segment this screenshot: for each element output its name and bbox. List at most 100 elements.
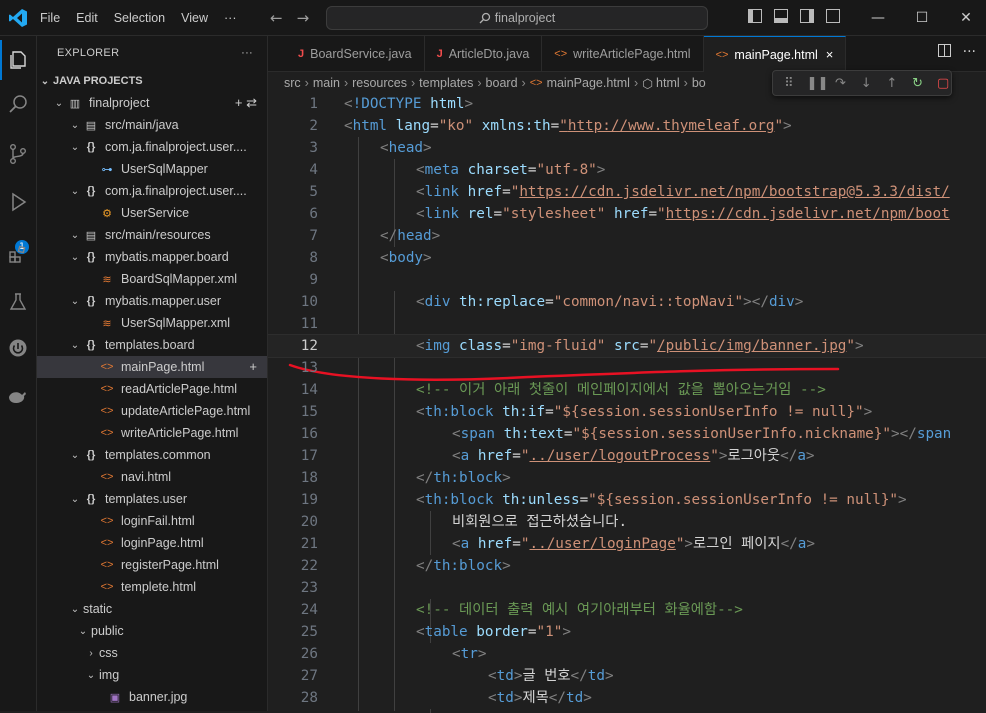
chevron-down-icon[interactable]: ⌄: [67, 120, 83, 131]
testing-flask-icon[interactable]: [0, 282, 36, 322]
code-line[interactable]: 4 <meta charset="utf-8">: [268, 159, 986, 181]
breadcrumb-item[interactable]: bo: [692, 76, 706, 90]
code-editor[interactable]: 1 <!DOCTYPE html> 2 <html lang="ko" xmlns:t…: [268, 93, 986, 713]
split-editor-icon[interactable]: [937, 44, 951, 57]
pause-icon[interactable]: ❚❚: [807, 76, 829, 91]
stop-icon[interactable]: ▢: [935, 76, 951, 91]
breadcrumb-item[interactable]: resources: [352, 76, 407, 90]
toggle-primary-sidebar-icon[interactable]: [748, 9, 762, 23]
code-line[interactable]: 1 <!DOCTYPE html>: [268, 93, 986, 115]
run-debug-icon[interactable]: [0, 182, 36, 222]
tree-item[interactable]: <> writeArticlePage.html: [37, 422, 267, 444]
drag-handle-icon[interactable]: ⠿: [781, 76, 797, 91]
forward-arrow-icon[interactable]: →: [297, 9, 310, 27]
command-center-search[interactable]: finalproject: [326, 6, 708, 30]
code-line[interactable]: 21 <a href="../user/loginPage">로그인 페이지</a…: [268, 533, 986, 555]
menu-edit[interactable]: Edit: [68, 11, 106, 25]
tree-item[interactable]: ⌄{} mybatis.mapper.user: [37, 290, 267, 312]
java-projects-section[interactable]: ⌄ JAVA PROJECTS: [37, 70, 267, 92]
more-actions-icon[interactable]: ···: [963, 44, 976, 60]
breadcrumb-item[interactable]: board: [486, 76, 518, 90]
code-line[interactable]: 5 <link href="https://cdn.jsdelivr.net/np…: [268, 181, 986, 203]
tree-item[interactable]: <> mainPage.html +: [37, 356, 267, 378]
source-control-icon[interactable]: [0, 134, 36, 174]
tree-item[interactable]: ⌄ ▤ src/main/java: [37, 114, 267, 136]
code-line[interactable]: 28 <td>제목</td>: [268, 687, 986, 709]
tree-item[interactable]: ⌄ static: [37, 598, 267, 620]
add-icon[interactable]: +: [249, 359, 257, 374]
explorer-icon[interactable]: [0, 40, 36, 80]
close-window-icon[interactable]: ✕: [944, 10, 986, 26]
menu-view[interactable]: View: [173, 11, 216, 25]
chevron-down-icon[interactable]: ⌄: [67, 296, 83, 307]
extensions-icon[interactable]: [0, 234, 36, 274]
tree-item[interactable]: ⌄ ▤ src/main/resources: [37, 224, 267, 246]
code-line[interactable]: 23: [268, 577, 986, 599]
vscode-logo-icon[interactable]: [8, 8, 28, 28]
breadcrumb-item[interactable]: mainPage.html: [547, 76, 630, 90]
tree-item[interactable]: <> loginPage.html: [37, 532, 267, 554]
code-line[interactable]: 19 <th:block th:unless="${session.session…: [268, 489, 986, 511]
back-arrow-icon[interactable]: ←: [270, 9, 283, 27]
chevron-down-icon[interactable]: ⌄: [67, 230, 83, 241]
chevron-down-icon[interactable]: ⌄: [67, 604, 83, 615]
code-line[interactable]: 27 <td>글 번호</td>: [268, 665, 986, 687]
code-line[interactable]: 16 <span th:text="${session.sessionUserIn…: [268, 423, 986, 445]
tree-item[interactable]: ⌄{} templates.user: [37, 488, 267, 510]
close-tab-icon[interactable]: ×: [826, 47, 834, 62]
code-line[interactable]: 2 <html lang="ko" xmlns:th="http://www.th…: [268, 115, 986, 137]
code-line[interactable]: 3 <head>: [268, 137, 986, 159]
chevron-down-icon[interactable]: ⌄: [67, 450, 83, 461]
search-view-icon[interactable]: [0, 84, 36, 124]
chevron-down-icon[interactable]: ⌄: [67, 186, 83, 197]
code-line[interactable]: 8 <body>: [268, 247, 986, 269]
code-line[interactable]: 15 <th:block th:if="${session.sessionUser…: [268, 401, 986, 423]
maximize-icon[interactable]: ☐: [900, 10, 944, 26]
step-out-icon[interactable]: ↑: [884, 76, 900, 91]
tab-writearticlepage[interactable]: <> writeArticlePage.html: [542, 36, 704, 71]
code-line[interactable]: 10 <div th:replace="common/navi::topNavi"…: [268, 291, 986, 313]
code-line[interactable]: 26 <tr>: [268, 643, 986, 665]
tree-item[interactable]: ⌄{} mybatis.mapper.board: [37, 246, 267, 268]
tree-item[interactable]: ⌄ ▥ finalproject + ⇄: [37, 92, 267, 114]
chevron-down-icon[interactable]: ⌄: [67, 142, 83, 153]
tree-item[interactable]: ⌄ img: [37, 664, 267, 686]
tree-item[interactable]: ⌄{} com.ja.finalproject.user....: [37, 136, 267, 158]
tree-item[interactable]: <> updateArticlePage.html: [37, 400, 267, 422]
chevron-down-icon[interactable]: ⌄: [75, 626, 91, 637]
explorer-more-actions[interactable]: ···: [241, 47, 253, 59]
tree-item[interactable]: › css: [37, 642, 267, 664]
tree-item[interactable]: ≋ BoardSqlMapper.xml: [37, 268, 267, 290]
tree-item[interactable]: ⌄ public: [37, 620, 267, 642]
tab-mainpage[interactable]: <> mainPage.html ×: [703, 36, 847, 72]
step-over-icon[interactable]: ↷: [833, 76, 849, 91]
code-line[interactable]: 13: [268, 357, 986, 379]
tree-item[interactable]: <> registerPage.html: [37, 554, 267, 576]
breadcrumb-item[interactable]: templates: [419, 76, 473, 90]
tree-item[interactable]: <> navi.html: [37, 466, 267, 488]
tree-item[interactable]: <> readArticlePage.html: [37, 378, 267, 400]
docker-icon[interactable]: [0, 376, 36, 416]
tree-item[interactable]: ⌄{} templates.common: [37, 444, 267, 466]
new-file-actions-icon[interactable]: + ⇄: [235, 95, 257, 111]
tree-item[interactable]: ≋ UserSqlMapper.xml: [37, 312, 267, 334]
code-line[interactable]: 17 <a href="../user/logoutProcess">로그아웃</…: [268, 445, 986, 467]
tree-item[interactable]: ⊶ UserSqlMapper: [37, 158, 267, 180]
breadcrumb-item[interactable]: main: [313, 76, 340, 90]
chevron-right-icon[interactable]: ›: [83, 648, 99, 659]
step-into-icon[interactable]: ↓: [858, 76, 874, 91]
code-line[interactable]: 24 <!-- 데이터 출력 예시 여기아래부터 화율에함-->: [268, 599, 986, 621]
breadcrumb-item[interactable]: html: [656, 76, 680, 90]
customize-layout-icon[interactable]: [826, 9, 840, 23]
menu-more[interactable]: ···: [216, 11, 245, 25]
chevron-down-icon[interactable]: ⌄: [67, 252, 83, 263]
chevron-down-icon[interactable]: ⌄: [51, 98, 67, 109]
tree-item[interactable]: <> loginFail.html: [37, 510, 267, 532]
code-line[interactable]: 6 <link rel="stylesheet" href="https://cd…: [268, 203, 986, 225]
code-line[interactable]: 11: [268, 313, 986, 335]
tree-item[interactable]: ⌄{} com.ja.finalproject.user....: [37, 180, 267, 202]
tree-item[interactable]: ⚙ UserService: [37, 202, 267, 224]
chevron-down-icon[interactable]: ⌄: [67, 494, 83, 505]
tree-item[interactable]: ▣ banner.jpg: [37, 686, 267, 708]
toggle-panel-icon[interactable]: [774, 9, 788, 23]
